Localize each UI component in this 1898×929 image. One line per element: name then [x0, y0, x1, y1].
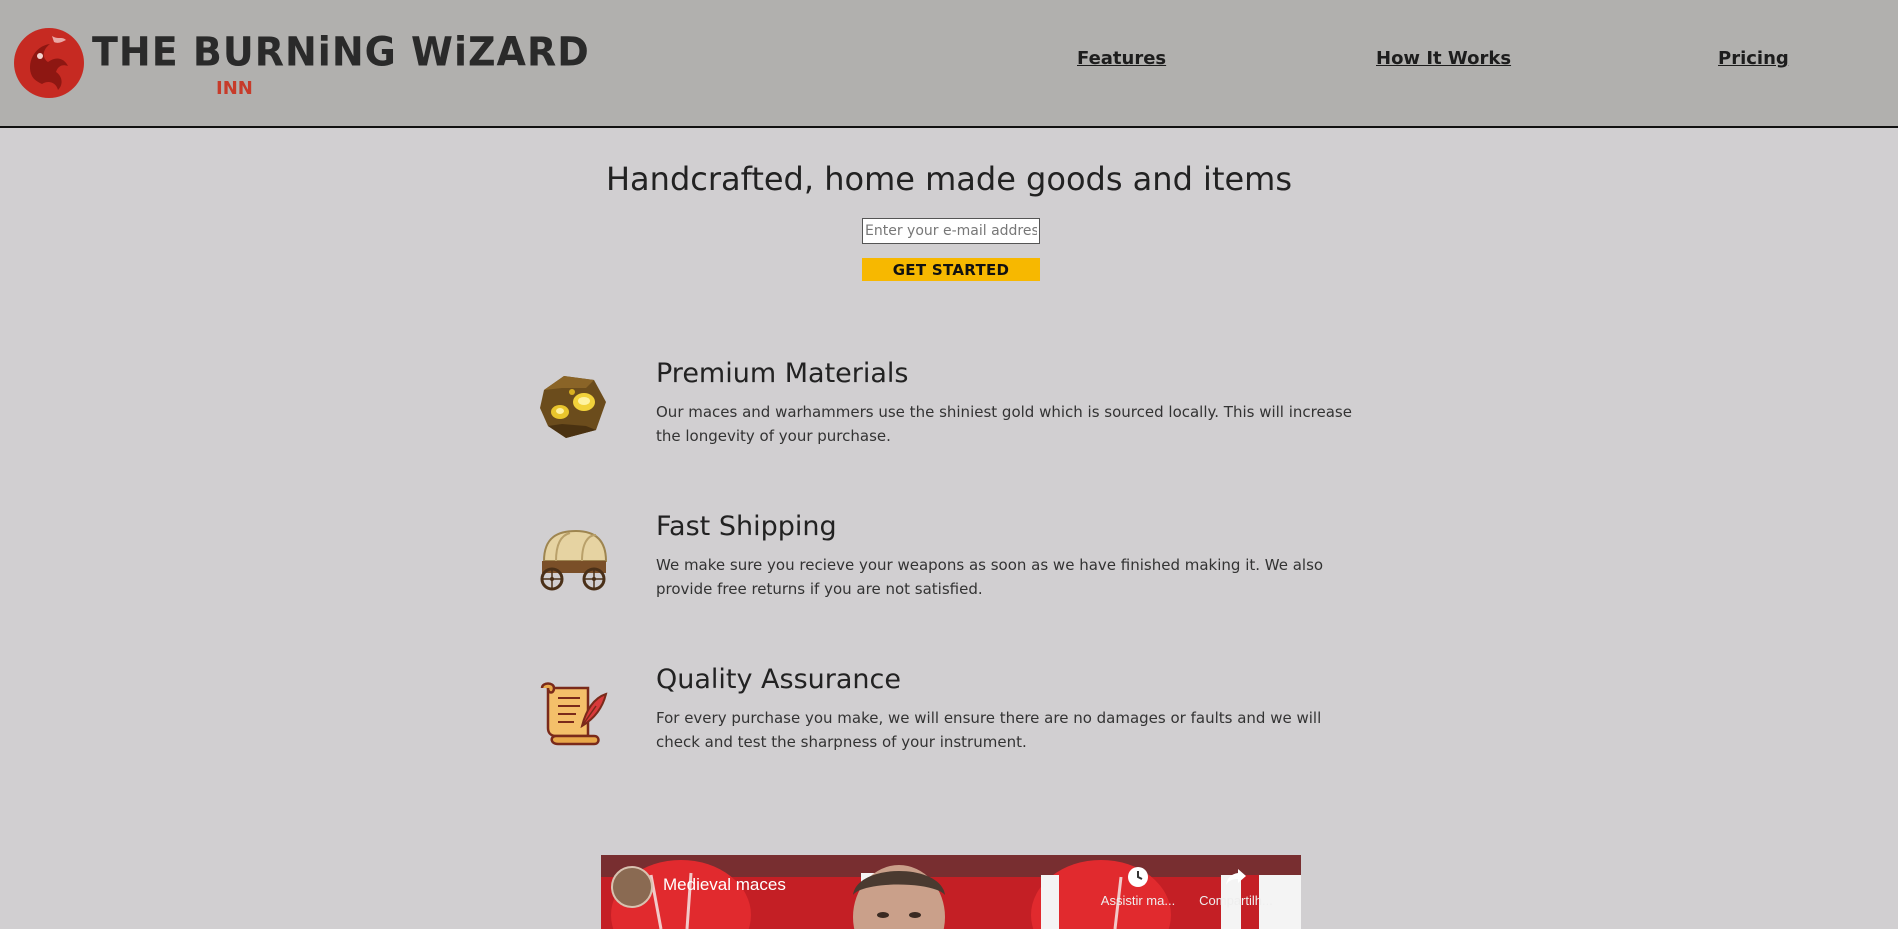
feature-description: Our maces and warhammers use the shinies…: [656, 403, 1352, 445]
feature-description: We make sure you recieve your weapons as…: [656, 556, 1324, 598]
site-header: THE BURNiNG WiZARD INN Features How It W…: [0, 0, 1898, 128]
hero-title: Handcrafted, home made goods and items: [605, 160, 1293, 198]
dragon-logo-icon: [14, 28, 84, 98]
brand-logo[interactable]: THE BURNiNG WiZARD INN: [12, 26, 589, 102]
feature-title: Premium Materials: [656, 358, 909, 389]
nav-features[interactable]: Features: [1077, 48, 1166, 69]
nav-pricing[interactable]: Pricing: [1718, 48, 1789, 69]
email-input[interactable]: [862, 218, 1040, 244]
feature-title: Quality Assurance: [656, 664, 901, 695]
feature-premium-materials: Premium Materials Our maces and warhamme…: [536, 358, 1356, 478]
nav-how-it-works[interactable]: How It Works: [1376, 48, 1511, 69]
share-button[interactable]: Compartilh...: [1191, 865, 1281, 908]
feature-description: For every purchase you make, we will ens…: [656, 709, 1322, 751]
channel-avatar[interactable]: [611, 866, 653, 908]
video-embed[interactable]: Medieval maces Assistir ma... Compartilh…: [601, 855, 1301, 929]
feature-title: Fast Shipping: [656, 511, 837, 542]
feature-quality-assurance: Quality Assurance For every purchase you…: [536, 664, 1356, 784]
video-title[interactable]: Medieval maces: [663, 875, 786, 895]
clock-icon: [1128, 867, 1148, 887]
share-icon: [1226, 869, 1246, 885]
gold-ore-icon: [536, 368, 612, 444]
watch-later-button[interactable]: Assistir ma...: [1093, 865, 1183, 908]
wagon-icon: [536, 521, 612, 597]
scroll-quill-icon: [536, 674, 612, 750]
brand-title: THE BURNiNG WiZARD: [92, 28, 590, 76]
get-started-button[interactable]: GET STARTED: [862, 258, 1040, 281]
share-label: Compartilh...: [1199, 893, 1273, 908]
feature-fast-shipping: Fast Shipping We make sure you recieve y…: [536, 511, 1356, 631]
brand-subtitle: INN: [216, 78, 253, 99]
watch-later-label: Assistir ma...: [1100, 893, 1176, 908]
